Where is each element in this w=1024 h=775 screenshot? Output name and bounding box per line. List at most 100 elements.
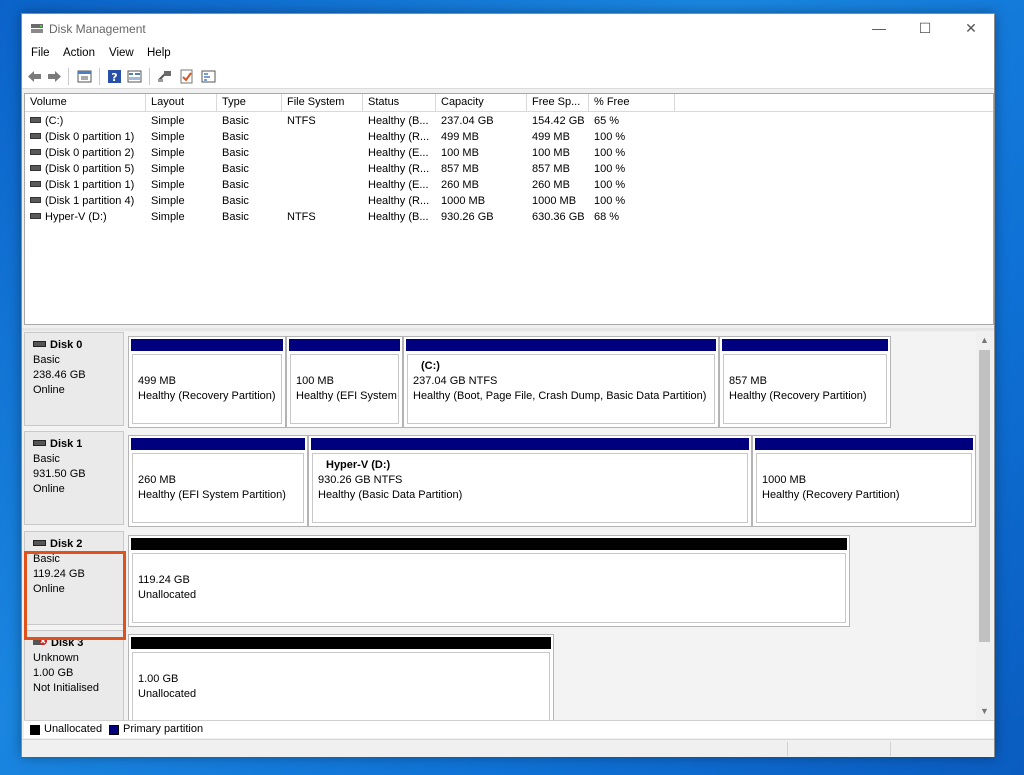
- pane-splitter[interactable]: [22, 328, 994, 331]
- partition-block[interactable]: (C:) 237.04 GB NTFS Healthy (Boot, Page Fi…: [403, 336, 719, 428]
- check-icon[interactable]: [178, 68, 195, 85]
- table-row[interactable]: (Disk 1 partition 1) Simple Basic Healthy (…: [25, 177, 993, 193]
- disk-type: Basic: [33, 553, 60, 565]
- cell-percent-free: 65 %: [589, 113, 675, 129]
- help-icon[interactable]: ?: [106, 68, 123, 85]
- partition-size: 930.26 GB NTFS: [318, 474, 403, 486]
- scroll-down-icon[interactable]: ▼: [976, 703, 993, 720]
- cell-text: 100 %: [594, 179, 626, 191]
- table-row[interactable]: Hyper-V (D:) Simple Basic NTFS Healthy (B...…: [25, 209, 993, 225]
- primary-partition-bar: [755, 438, 973, 450]
- column-header-free-space[interactable]: Free Sp...: [527, 94, 589, 112]
- cell-text: Healthy (R...: [368, 163, 430, 175]
- disk-name-label: Disk 3: [51, 637, 84, 649]
- cell-percent-free: 68 %: [589, 209, 675, 225]
- cell-text: 100 %: [594, 131, 626, 143]
- cell-text: (Disk 0 partition 1): [45, 131, 135, 143]
- disk-icon: [33, 341, 46, 348]
- disk-icon: [33, 440, 46, 447]
- table-row[interactable]: (Disk 0 partition 2) Simple Basic Healthy (…: [25, 145, 993, 161]
- scroll-up-icon[interactable]: ▲: [976, 332, 993, 349]
- cell-text: Hyper-V (D:): [45, 211, 107, 223]
- column-header-type[interactable]: Type: [217, 94, 282, 112]
- partition-details: 100 MB Healthy (EFI System: [290, 354, 399, 424]
- close-button[interactable]: ✕: [948, 14, 994, 44]
- cell-type: Basic: [217, 193, 282, 209]
- column-header-file-system[interactable]: File System: [282, 94, 363, 112]
- forward-icon[interactable]: [46, 68, 63, 85]
- disk-info[interactable]: Disk 3 Unknown 1.00 GB Not Initialised: [24, 630, 124, 720]
- properties-icon[interactable]: [76, 68, 93, 85]
- cell-text: Simple: [151, 211, 185, 223]
- menu-file[interactable]: File: [31, 47, 50, 59]
- partition-block[interactable]: Hyper-V (D:) 930.26 GB NTFS Healthy (Basic…: [308, 435, 752, 527]
- cell-text: 68 %: [594, 211, 620, 223]
- table-row[interactable]: (Disk 0 partition 1) Simple Basic Healthy (…: [25, 129, 993, 145]
- disk-pane-scrollbar[interactable]: ▲ ▼: [976, 332, 993, 720]
- cell-text: 237.04 GB: [441, 115, 494, 127]
- list-icon[interactable]: [200, 68, 217, 85]
- title-bar[interactable]: Disk Management — ☐ ✕: [22, 14, 994, 44]
- menu-bar: File Action View Help: [22, 44, 994, 64]
- table-row[interactable]: (C:) Simple Basic NTFS Healthy (B... 237.04 G…: [25, 113, 993, 129]
- cell-text: Simple: [151, 115, 185, 127]
- cell-percent-free: 100 %: [589, 177, 675, 193]
- column-header-layout[interactable]: Layout: [146, 94, 217, 112]
- unallocated-bar: [131, 538, 847, 550]
- details-view-icon[interactable]: [126, 68, 143, 85]
- disk-name: Disk 2: [33, 537, 123, 552]
- cell-layout: Simple: [146, 209, 217, 225]
- cell-file-system: [282, 161, 363, 177]
- column-header-capacity[interactable]: Capacity: [436, 94, 527, 112]
- cell-percent-free: 100 %: [589, 129, 675, 145]
- partition-details: 499 MB Healthy (Recovery Partition): [132, 354, 282, 424]
- table-row[interactable]: (Disk 1 partition 4) Simple Basic Healthy (…: [25, 193, 993, 209]
- menu-view[interactable]: View: [109, 47, 134, 59]
- disk-status: Online: [33, 483, 65, 495]
- disk-status: Not Initialised: [33, 682, 100, 694]
- unallocated-space[interactable]: 119.24 GB Unallocated: [128, 535, 850, 627]
- partition-block[interactable]: 260 MB Healthy (EFI System Partition): [128, 435, 308, 527]
- scroll-thumb[interactable]: [979, 350, 990, 642]
- disk-info[interactable]: Disk 2 Basic 119.24 GB Online: [24, 531, 124, 625]
- cell-type: Basic: [217, 209, 282, 225]
- table-row[interactable]: (Disk 0 partition 5) Simple Basic Healthy (…: [25, 161, 993, 177]
- cell-free-space: 499 MB: [527, 129, 589, 145]
- partition-size: 260 MB: [138, 474, 176, 486]
- cell-text: (Disk 0 partition 2): [45, 147, 135, 159]
- cell-percent-free: 100 %: [589, 145, 675, 161]
- column-header-percent-free[interactable]: % Free: [589, 94, 675, 112]
- cell-volume: (Disk 0 partition 5): [25, 161, 146, 177]
- disk-info[interactable]: Disk 1 Basic 931.50 GB Online: [24, 431, 124, 525]
- column-header-volume[interactable]: Volume: [25, 94, 146, 112]
- unallocated-space[interactable]: 1.00 GB Unallocated: [128, 634, 554, 720]
- volume-list[interactable]: Volume Layout Type File System Status Ca…: [24, 93, 994, 325]
- menu-action[interactable]: Action: [63, 47, 95, 59]
- partition-block[interactable]: 499 MB Healthy (Recovery Partition): [128, 336, 286, 428]
- cell-status: Healthy (B...: [363, 209, 436, 225]
- partition-label: [138, 359, 281, 374]
- disk-name-label: Disk 0: [50, 339, 83, 351]
- cell-layout: Simple: [146, 113, 217, 129]
- disk-name: Disk 0: [33, 338, 123, 353]
- primary-partition-bar: [289, 339, 400, 351]
- column-header-status[interactable]: Status: [363, 94, 436, 112]
- partition-block[interactable]: 100 MB Healthy (EFI System: [286, 336, 403, 428]
- menu-help[interactable]: Help: [147, 47, 171, 59]
- connect-icon[interactable]: [156, 68, 173, 85]
- disk-type: Basic: [33, 354, 60, 366]
- maximize-button[interactable]: ☐: [902, 14, 948, 44]
- partition-block[interactable]: 1000 MB Healthy (Recovery Partition): [752, 435, 976, 527]
- back-icon[interactable]: [26, 68, 43, 85]
- partition-details: Hyper-V (D:) 930.26 GB NTFS Healthy (Basic…: [312, 453, 748, 523]
- cell-layout: Simple: [146, 145, 217, 161]
- primary-partition-bar: [406, 339, 716, 351]
- partition-details: 260 MB Healthy (EFI System Partition): [132, 453, 304, 523]
- cell-free-space: 630.36 GB: [527, 209, 589, 225]
- cell-free-space: 100 MB: [527, 145, 589, 161]
- cell-type: Basic: [217, 161, 282, 177]
- disk-name: Disk 3: [33, 636, 123, 651]
- minimize-button[interactable]: —: [856, 14, 902, 44]
- partition-block[interactable]: 857 MB Healthy (Recovery Partition): [719, 336, 891, 428]
- disk-info[interactable]: Disk 0 Basic 238.46 GB Online: [24, 332, 124, 426]
